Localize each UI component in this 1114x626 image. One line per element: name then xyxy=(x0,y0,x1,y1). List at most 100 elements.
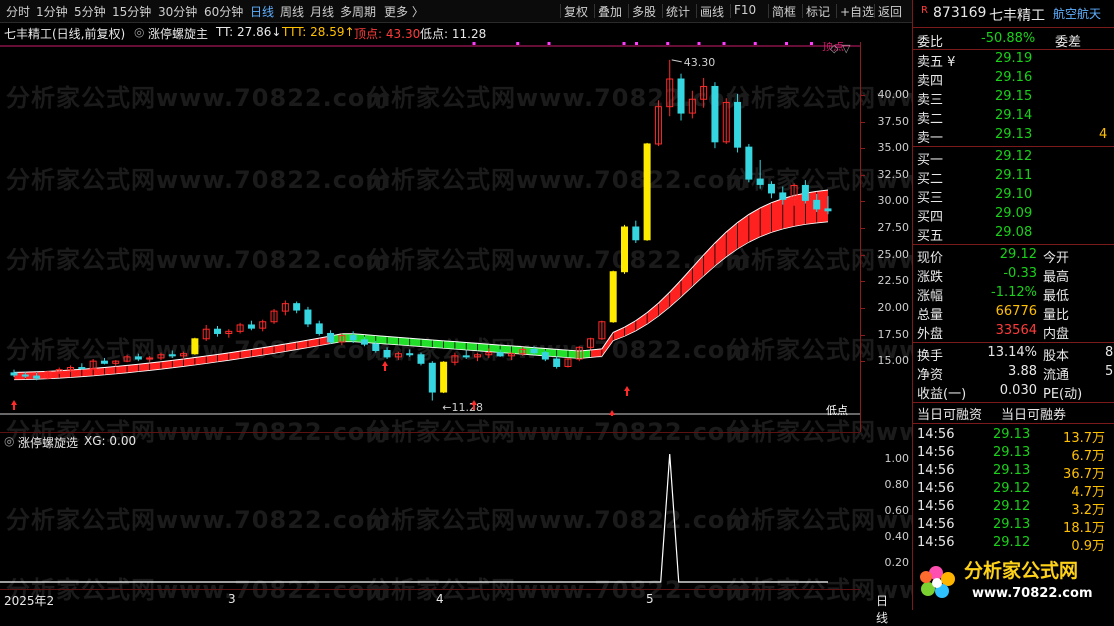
candle-body[interactable] xyxy=(677,78,685,114)
price-tick: 40.00 xyxy=(877,87,910,101)
candle-body[interactable] xyxy=(21,374,29,377)
candlestick-chart[interactable]: 43.30←11.28顶点低点财涨榜◇ ▽ xyxy=(0,42,860,416)
candle-body[interactable] xyxy=(417,354,425,364)
chart-title: 七丰精工(日线,前复权) xyxy=(4,27,126,41)
candle-body[interactable] xyxy=(801,184,809,201)
candle-body[interactable] xyxy=(496,352,504,357)
price-tick-mark xyxy=(861,361,865,363)
bid-label: 买一 xyxy=(917,153,944,168)
stat-row: 涨跌 -0.33 最高 xyxy=(913,265,1114,285)
spiral-ribbon xyxy=(13,190,828,380)
candle-body[interactable] xyxy=(440,361,448,393)
stat-value: -0.33 xyxy=(1003,266,1037,281)
xg-indicator-chart[interactable] xyxy=(0,448,860,588)
candle-body[interactable] xyxy=(247,324,255,329)
candle-body[interactable] xyxy=(293,303,301,311)
ribbon-segment xyxy=(511,345,523,355)
sub-toggle-icon[interactable]: ◎ xyxy=(4,434,14,448)
toolbar-action-6[interactable]: 简框 xyxy=(772,3,796,20)
tick-time: 14:56 xyxy=(917,427,955,442)
candle-body[interactable] xyxy=(10,372,18,376)
period-tab-9[interactable]: 多周期 xyxy=(340,3,376,20)
candle-body[interactable] xyxy=(745,146,753,180)
period-tab-2[interactable]: 5分钟 xyxy=(74,3,106,20)
ask-price: 29.13 xyxy=(995,127,1033,142)
date-tick: 5 xyxy=(646,592,654,606)
toolbar-action-2[interactable]: 多股 xyxy=(632,3,656,20)
period-tab-10[interactable]: 更多 〉 xyxy=(384,3,424,20)
indicator-toggle-icon[interactable]: ◎ xyxy=(134,25,144,39)
candle-body[interactable] xyxy=(78,367,86,370)
stock-code: 873169 xyxy=(933,5,987,21)
toolbar-action-1[interactable]: 叠加 xyxy=(598,3,622,20)
toolbar-action-4[interactable]: 画线 xyxy=(700,3,724,20)
candle-body[interactable] xyxy=(428,362,436,393)
toolbar-action-8[interactable]: +自选 xyxy=(840,3,874,20)
tick-price: 29.13 xyxy=(993,517,1031,532)
divider xyxy=(913,146,1114,147)
toolbar-action-5[interactable]: F10 xyxy=(734,3,756,17)
candle-body[interactable] xyxy=(304,309,312,325)
candle-body[interactable] xyxy=(349,335,357,341)
candle-body[interactable] xyxy=(541,352,549,360)
candle-body[interactable] xyxy=(406,353,414,356)
candle-body[interactable] xyxy=(315,323,323,334)
candle-body[interactable] xyxy=(553,358,561,367)
tick-price: 29.13 xyxy=(993,445,1031,460)
toolbar-action-0[interactable]: 复权 xyxy=(564,3,588,20)
toolbar-action-7[interactable]: 标记 xyxy=(806,3,830,20)
candle-body[interactable] xyxy=(711,85,719,143)
price-tick-mark xyxy=(861,334,865,336)
indicator-name[interactable]: 涨停螺旋主 xyxy=(148,25,208,42)
period-tab-1[interactable]: 1分钟 xyxy=(36,3,68,20)
candle-body[interactable] xyxy=(621,226,628,273)
candle-body[interactable] xyxy=(168,354,176,357)
candle-body[interactable] xyxy=(134,356,142,360)
stat-row: 收益(一) 0.030 PE(动) xyxy=(913,382,1114,402)
candle-body[interactable] xyxy=(214,328,221,334)
candle-body[interactable] xyxy=(643,143,651,241)
candle-body[interactable] xyxy=(100,360,108,364)
candle-body[interactable] xyxy=(530,348,538,354)
candle-body[interactable] xyxy=(609,271,617,323)
diamond-icon[interactable]: ◇ ▽ xyxy=(830,42,851,55)
toolbar-separator xyxy=(874,4,875,18)
candle-body[interactable] xyxy=(327,332,335,343)
price-tick: 17.50 xyxy=(877,327,910,341)
price-tick: 37.50 xyxy=(877,114,910,128)
tick-row: 14:56 29.13 18.1万 xyxy=(913,516,1114,536)
candle-body[interactable] xyxy=(824,208,832,212)
ribbon-segment xyxy=(454,341,467,350)
top-marker xyxy=(810,42,813,45)
period-tab-3[interactable]: 15分钟 xyxy=(112,3,151,20)
candle-body[interactable] xyxy=(33,375,41,379)
candle-body[interactable] xyxy=(756,178,764,185)
ribbon-segment xyxy=(647,303,659,325)
candle-body[interactable] xyxy=(734,101,742,148)
toolbar-separator xyxy=(730,4,731,18)
period-tab-7[interactable]: 周线 xyxy=(280,3,304,20)
ribbon-segment xyxy=(669,281,682,308)
candle-body[interactable] xyxy=(632,226,640,241)
stat-label: 净资 xyxy=(917,368,944,383)
candle-body[interactable] xyxy=(767,183,775,194)
candle-body[interactable] xyxy=(372,343,380,352)
period-tab-0[interactable]: 分时 xyxy=(6,3,30,20)
candle-body[interactable] xyxy=(813,199,821,210)
candle-body[interactable] xyxy=(462,355,470,358)
tt-value: TT: 27.86↓ xyxy=(216,25,282,39)
candle-body[interactable] xyxy=(383,350,391,358)
period-tab-4[interactable]: 30分钟 xyxy=(158,3,197,20)
toolbar-action-3[interactable]: 统计 xyxy=(666,3,690,20)
period-tab-8[interactable]: 月线 xyxy=(310,3,334,20)
candle-body[interactable] xyxy=(191,338,199,355)
period-tab-5[interactable]: 60分钟 xyxy=(204,3,243,20)
sector-tag[interactable]: 航空航天 xyxy=(1053,5,1101,22)
candle-body[interactable] xyxy=(779,192,787,200)
weibi-value: -50.88% xyxy=(981,31,1036,46)
candle-body[interactable] xyxy=(360,339,368,345)
buy-arrow-icon xyxy=(11,400,17,410)
period-tab-6[interactable]: 日线 xyxy=(250,3,274,20)
stat-label: 涨幅 xyxy=(917,289,944,304)
toolbar-action-9[interactable]: 返回 xyxy=(878,3,902,20)
